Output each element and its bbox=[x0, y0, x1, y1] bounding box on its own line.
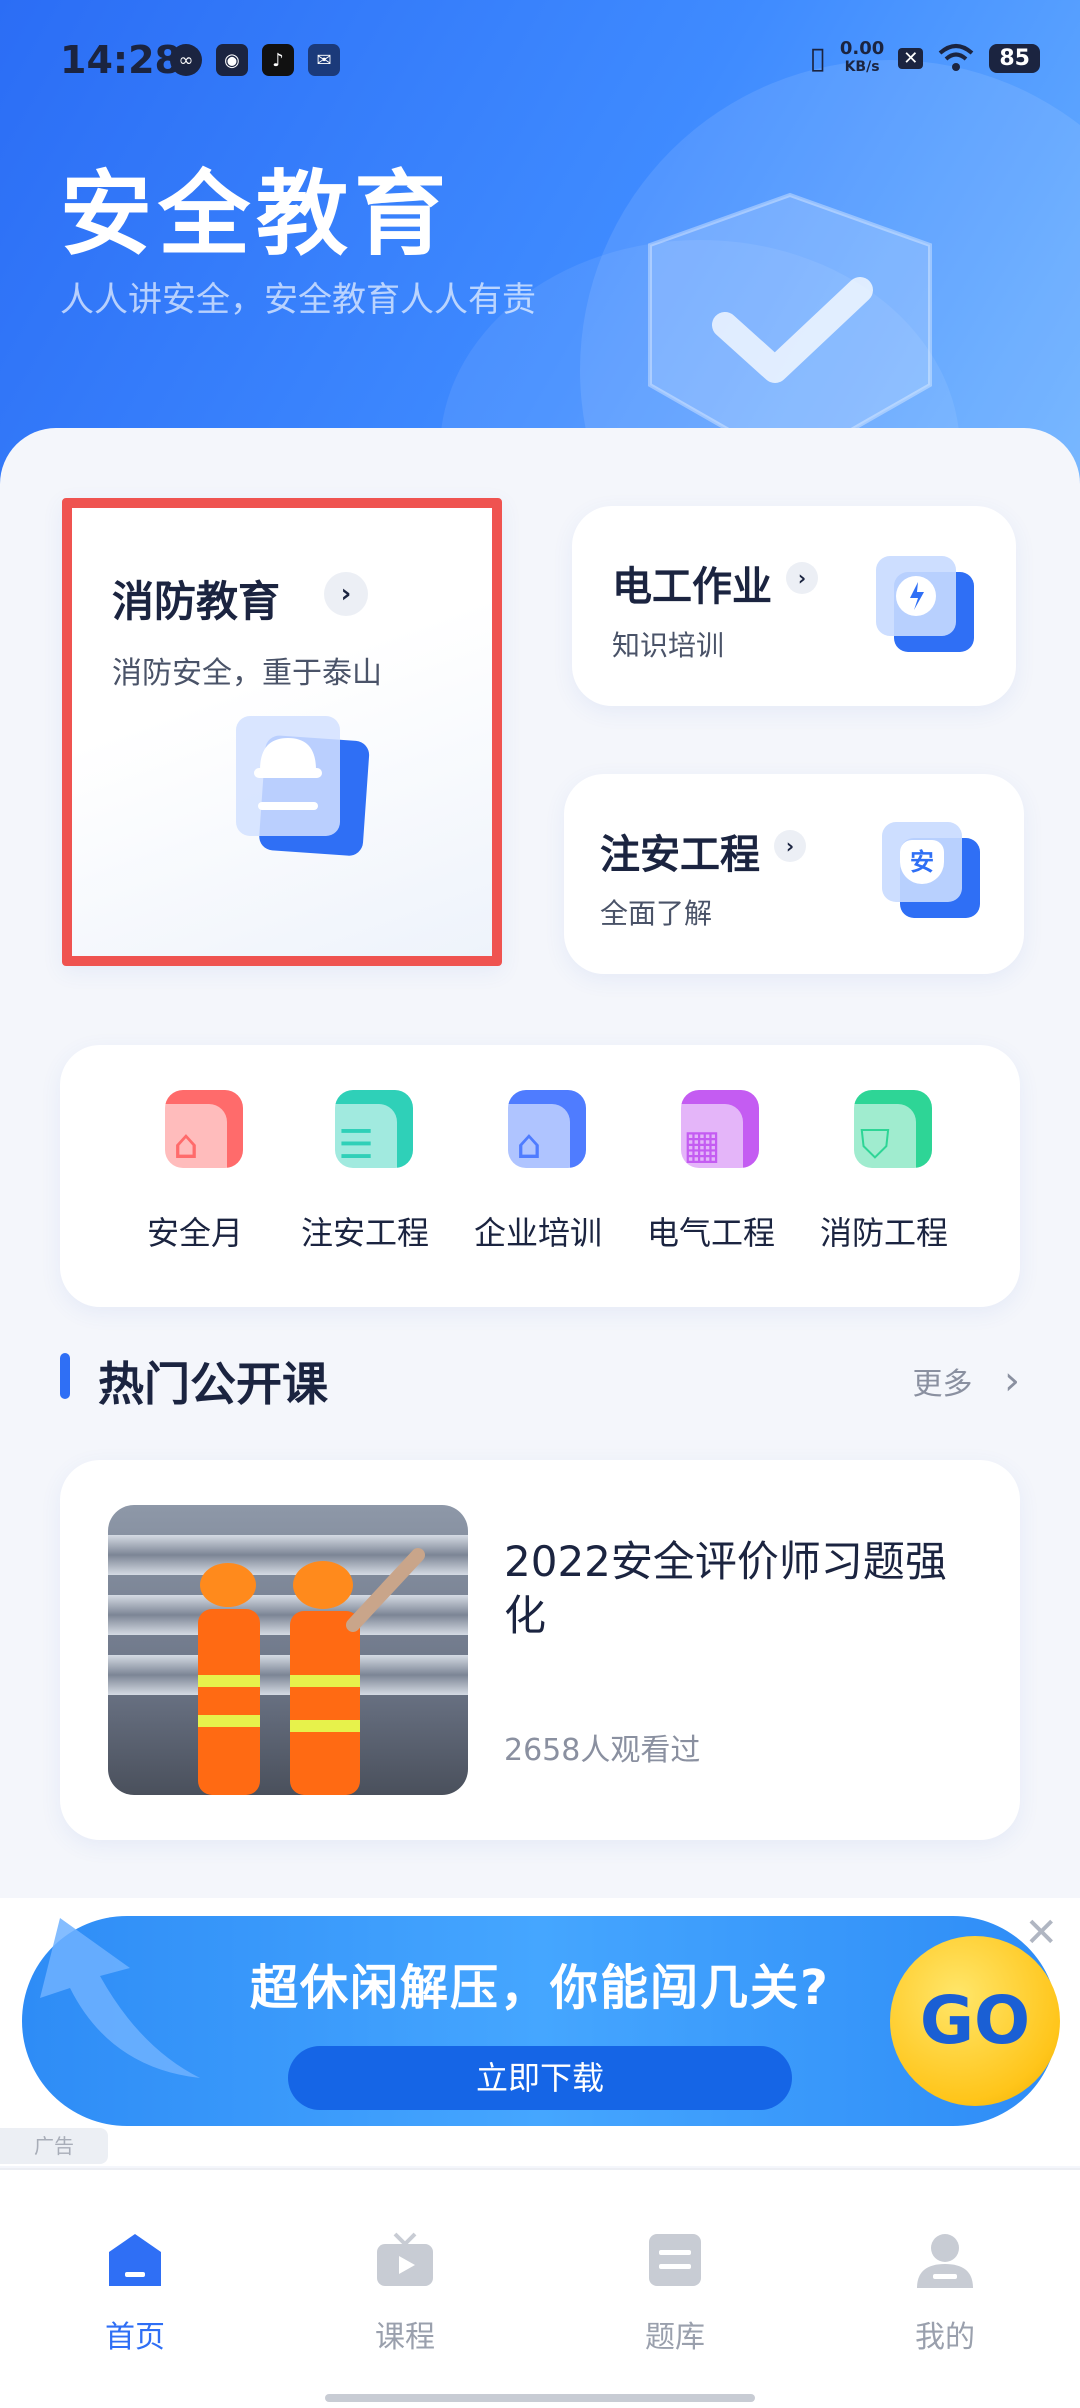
question-bank-icon bbox=[649, 2234, 701, 2286]
fire-education-card[interactable]: 消防教育 › 消防安全，重于泰山 bbox=[62, 498, 502, 966]
tab-label: 课程 bbox=[375, 2320, 435, 2355]
more-label: 更多 bbox=[912, 1367, 973, 1402]
category-label: 电气工程 bbox=[646, 1214, 775, 1252]
safety-engineering-card[interactable]: 注安工程 › 全面了解 安 bbox=[564, 774, 1024, 974]
ad-title: 超休闲解压，你能闯几关? bbox=[250, 1960, 830, 2016]
tab-profile[interactable]: 我的 bbox=[875, 2230, 1015, 2356]
network-speed: 0.00 KB/s bbox=[840, 40, 884, 76]
category-label: 企业培训 bbox=[473, 1214, 602, 1252]
card-title: 电工作业 bbox=[612, 564, 772, 610]
tab-home[interactable]: 首页 bbox=[65, 2230, 205, 2356]
category-label: 消防工程 bbox=[819, 1214, 948, 1252]
card-subtitle: 消防安全，重于泰山 bbox=[112, 656, 382, 691]
ad-tag: 广告 bbox=[0, 2128, 108, 2164]
more-link[interactable]: 更多 › bbox=[912, 1358, 1020, 1404]
course-thumbnail[interactable] bbox=[108, 1505, 468, 1795]
chevron-right-icon: › bbox=[1004, 1358, 1020, 1404]
tab-question-bank[interactable]: 题库 bbox=[605, 2230, 745, 2356]
network-speed-value: 0.00 bbox=[839, 38, 885, 59]
page-subtitle: 人人讲安全，安全教育人人有责 bbox=[60, 280, 536, 320]
card-subtitle: 知识培训 bbox=[612, 629, 725, 662]
arrow-decoration-icon bbox=[40, 1918, 200, 2078]
plug-icon bbox=[876, 556, 974, 652]
person-list-icon: ☰ bbox=[315, 1090, 415, 1190]
tv-play-icon bbox=[377, 2232, 433, 2286]
wifi-icon bbox=[939, 44, 974, 71]
section-title: 热门公开课 bbox=[98, 1357, 328, 1411]
status-time: 14:28 bbox=[60, 38, 181, 82]
category-label: 注安工程 bbox=[300, 1214, 429, 1252]
app-notification-icon: ◉ bbox=[216, 44, 248, 76]
page-title: 安全教育 bbox=[60, 161, 453, 268]
sim-icon: ✕ bbox=[898, 47, 924, 69]
course-title[interactable]: 2022安全评价师习题强化 bbox=[504, 1535, 964, 1643]
chevron-right-icon: › bbox=[786, 562, 818, 594]
category-fire-engineering[interactable]: ⛉ 消防工程 bbox=[804, 1090, 964, 1254]
home-icon bbox=[109, 2234, 161, 2286]
course-view-count: 2658人观看过 bbox=[504, 1733, 701, 1768]
battery-indicator: 85 bbox=[989, 43, 1040, 73]
status-bar: 14:28 ∞ ◉ ♪ ✉ ▯ 0.00 KB/s ✕ 85 bbox=[0, 0, 1080, 130]
lock-shield-icon: ⛉ bbox=[834, 1090, 934, 1190]
tab-label: 首页 bbox=[105, 2320, 165, 2355]
helmet-icon bbox=[236, 716, 370, 856]
tab-courses[interactable]: 课程 bbox=[335, 2230, 475, 2356]
vibrate-icon: ▯ bbox=[809, 40, 826, 76]
tab-label: 题库 bbox=[645, 2320, 705, 2355]
shield-badge-icon: 安 bbox=[880, 818, 990, 928]
category-safety-engineering[interactable]: ☰ 注安工程 bbox=[285, 1090, 445, 1254]
office-building-icon: ▦ bbox=[661, 1090, 761, 1190]
chevron-right-icon: › bbox=[774, 830, 806, 862]
tiktok-icon: ♪ bbox=[262, 44, 294, 76]
close-icon[interactable]: ✕ bbox=[1024, 1910, 1058, 1956]
building-arch-icon: ⌂ bbox=[145, 1090, 245, 1190]
card-title: 注安工程 bbox=[600, 832, 760, 878]
ad-banner[interactable]: 超休闲解压，你能闯几关? 立即下载 GO ✕ 广告 bbox=[0, 1898, 1080, 2166]
tab-label: 我的 bbox=[915, 2320, 975, 2355]
download-button[interactable]: 立即下载 bbox=[288, 2046, 792, 2110]
network-speed-unit: KB/s bbox=[844, 59, 880, 75]
chevron-right-icon: › bbox=[324, 572, 368, 616]
badge-text: 安 bbox=[900, 840, 944, 884]
category-label: 安全月 bbox=[146, 1214, 243, 1252]
card-subtitle: 全面了解 bbox=[600, 897, 713, 930]
system-status: ▯ 0.00 KB/s ✕ 85 bbox=[809, 40, 1040, 76]
bottom-tab-bar: 首页 课程 题库 我的 bbox=[0, 2168, 1080, 2408]
user-icon bbox=[917, 2234, 973, 2288]
mail-icon: ✉ bbox=[308, 44, 340, 76]
house-icon: ⌂ bbox=[488, 1090, 588, 1190]
electrician-card[interactable]: 电工作业 › 知识培训 bbox=[572, 506, 1016, 706]
category-safety-month[interactable]: ⌂ 安全月 bbox=[115, 1090, 275, 1254]
home-indicator[interactable] bbox=[325, 2394, 755, 2402]
category-electrical-engineering[interactable]: ▦ 电气工程 bbox=[631, 1090, 791, 1254]
notification-icons: ∞ ◉ ♪ ✉ bbox=[170, 44, 340, 76]
category-enterprise-training[interactable]: ⌂ 企业培训 bbox=[458, 1090, 618, 1254]
worker-illustration bbox=[198, 1548, 425, 1795]
go-button[interactable]: GO bbox=[890, 1936, 1060, 2106]
card-title: 消防教育 bbox=[112, 577, 281, 626]
app-notification-icon: ∞ bbox=[170, 44, 202, 76]
section-accent-bar bbox=[60, 1353, 70, 1399]
